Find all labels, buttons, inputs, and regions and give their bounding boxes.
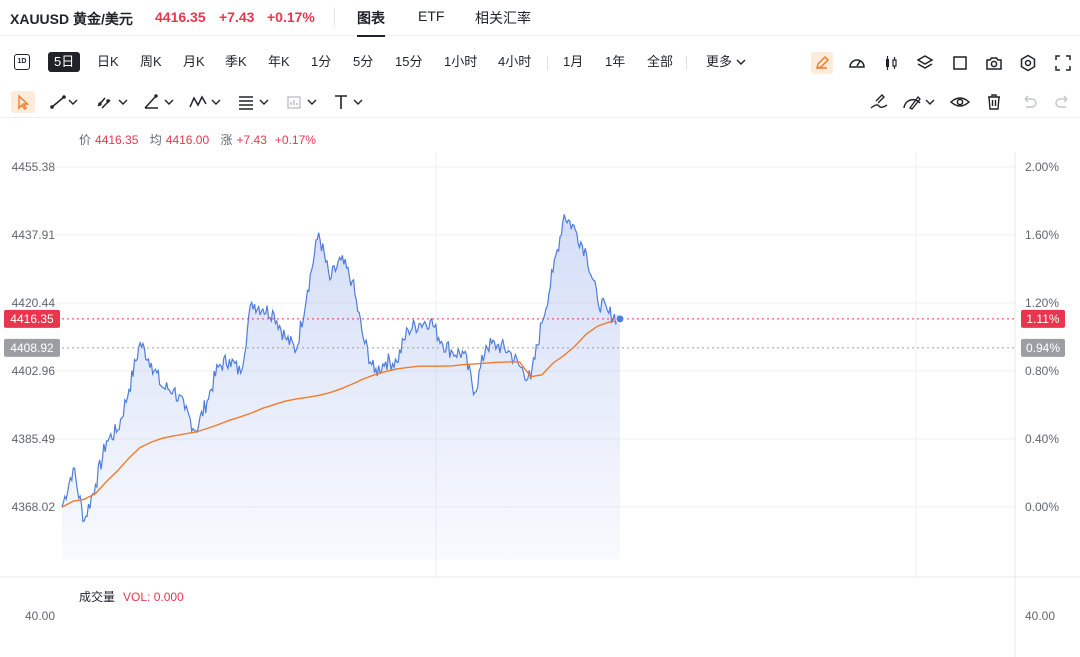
- y-axis-right: 2.00% 1.60% 1.20% 0.80% 0.40% 0.00%: [1025, 160, 1059, 514]
- y-tick-right: 0.00%: [1025, 500, 1059, 514]
- legend-change-label: 涨: [220, 133, 233, 147]
- y-tick-left: 4420.44: [12, 296, 56, 310]
- last-price-dot: [615, 314, 625, 324]
- ref-pct-tag-text: 0.94%: [1026, 341, 1060, 355]
- y-tick-left: 4368.02: [12, 500, 56, 514]
- y-tick-right: 2.00%: [1025, 160, 1059, 174]
- price-tag-right: 1.11%: [1021, 309, 1065, 328]
- y-tick-right: 0.40%: [1025, 432, 1059, 446]
- volume-value: VOL: 0.000: [123, 590, 184, 604]
- y-tick-right: 0.80%: [1025, 364, 1059, 378]
- legend-price-value: 4416.35: [95, 133, 139, 147]
- y-tick-right: 1.20%: [1025, 296, 1059, 310]
- volume-tick-left: 40.00: [25, 609, 55, 623]
- price-chart[interactable]: 4455.38 4437.91 4420.44 4402.96 4385.49 4368.…: [0, 0, 1080, 657]
- y-tick-left: 4385.49: [12, 432, 56, 446]
- ref-tag-right: 0.94%: [1021, 338, 1065, 357]
- y-tick-left: 4437.91: [12, 228, 56, 242]
- volume-label: 成交量: [79, 590, 116, 604]
- price-pct-tag-text: 1.11%: [1026, 312, 1059, 326]
- price-area: [62, 214, 620, 560]
- legend-avg-value: 4416.00: [165, 133, 210, 147]
- volume-legend: 成交量 VOL: 0.000: [79, 588, 184, 605]
- y-tick-left: 4402.96: [12, 364, 56, 378]
- legend-change-value: +7.43: [236, 133, 267, 147]
- price-tag-left: 4416.35: [4, 309, 60, 328]
- volume-tick-right: 40.00: [1025, 609, 1055, 623]
- price-tag-text: 4416.35: [10, 312, 54, 326]
- y-axis-left: 4455.38 4437.91 4420.44 4402.96 4385.49 4368.…: [12, 160, 56, 514]
- price-legend: 价 4416.35 均 4416.00 涨 +7.43 +0.17%: [79, 131, 324, 148]
- y-tick-right: 1.60%: [1025, 228, 1059, 242]
- legend-change-pct: +0.17%: [274, 133, 316, 147]
- legend-avg-label: 均: [149, 133, 162, 147]
- legend-price-label: 价: [79, 133, 92, 147]
- y-tick-left: 4455.38: [12, 160, 56, 174]
- ref-tag-left: 4408.92: [4, 338, 60, 357]
- ref-tag-text: 4408.92: [10, 341, 54, 355]
